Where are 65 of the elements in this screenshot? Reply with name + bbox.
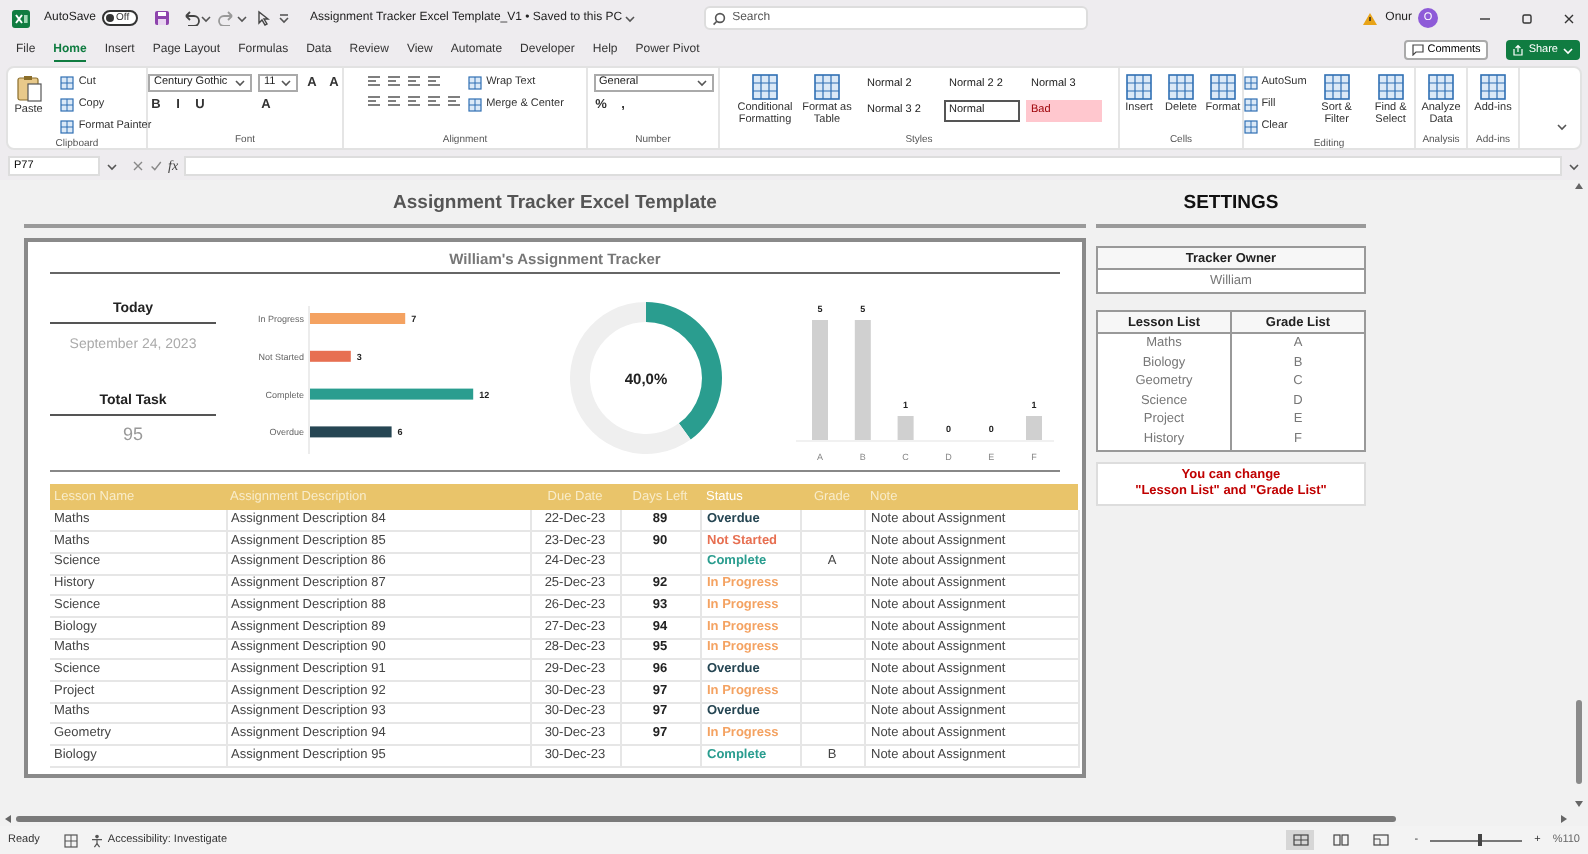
chevron-down-icon[interactable] (1556, 122, 1568, 132)
grid-icon (1243, 120, 1258, 134)
align-icon[interactable] (386, 74, 403, 88)
align-icon[interactable] (386, 94, 403, 108)
grid-icon (1480, 74, 1506, 100)
maximize-icon[interactable] (1520, 11, 1534, 25)
clipboard-icon (15, 74, 42, 102)
align-icon[interactable] (426, 74, 443, 88)
caret-icon (1562, 45, 1574, 55)
sheet-icon[interactable] (63, 833, 78, 847)
caret-icon (234, 78, 246, 88)
grid-icon (60, 98, 75, 112)
settings-title: SETTINGS (1183, 189, 1279, 218)
grid-icon (468, 76, 483, 90)
grid-icon (752, 74, 778, 100)
grid-icon (1243, 76, 1258, 90)
check-icon[interactable] (150, 160, 162, 172)
scrollbar-thumb[interactable] (1576, 700, 1582, 784)
align-icon[interactable] (406, 94, 423, 108)
comment-icon (1411, 44, 1424, 56)
save-icon[interactable] (154, 10, 171, 26)
warning-icon[interactable] (1361, 11, 1378, 25)
close-icon[interactable] (1562, 11, 1576, 25)
caret-icon[interactable] (200, 13, 213, 23)
page-layout-icon (1331, 832, 1350, 848)
align-icon[interactable] (426, 94, 443, 108)
scroll-right-icon[interactable] (1560, 813, 1568, 823)
grid-icon (814, 74, 840, 100)
dropdown-icon[interactable] (278, 12, 291, 24)
grid-icon (60, 76, 75, 90)
chevron-down-icon[interactable] (624, 13, 637, 23)
total-task-value: 95 (122, 421, 143, 447)
caret-icon[interactable] (236, 13, 249, 23)
slider-thumb[interactable] (1478, 834, 1483, 846)
grid-icon (1377, 74, 1404, 100)
scroll-left-icon[interactable] (4, 813, 12, 823)
grid-icon (1243, 98, 1258, 112)
view-button[interactable] (1286, 830, 1315, 850)
pointer-icon[interactable] (256, 10, 271, 26)
grid-icon (1428, 74, 1454, 100)
grid-icon (1210, 74, 1236, 100)
align-icon[interactable] (366, 74, 383, 88)
caret-icon (280, 78, 292, 88)
grid-icon (1168, 74, 1194, 100)
cancel-icon[interactable] (132, 160, 144, 172)
formula-input[interactable] (184, 156, 1562, 176)
grid-icon (1323, 74, 1350, 100)
chevron-down-icon[interactable] (1568, 161, 1580, 171)
align-icon[interactable] (406, 74, 423, 88)
grid-icon (1126, 74, 1152, 100)
share-icon (1512, 44, 1525, 56)
search-icon (712, 11, 727, 25)
grid-icon (60, 120, 75, 134)
sheet-title: Assignment Tracker Excel Template (393, 189, 717, 218)
align-icon[interactable] (366, 94, 383, 108)
scrollbar-thumb[interactable] (16, 815, 1396, 821)
grid-icon (468, 98, 483, 112)
page-break-icon (1371, 832, 1390, 848)
align-icon[interactable] (446, 94, 463, 108)
spreadsheet-logo-icon[interactable] (12, 9, 30, 27)
undo-icon[interactable] (182, 10, 201, 26)
normal-view-icon (1291, 832, 1310, 848)
accessibility-icon (89, 833, 104, 847)
caret-icon[interactable] (106, 161, 118, 171)
caret-icon (695, 78, 707, 88)
